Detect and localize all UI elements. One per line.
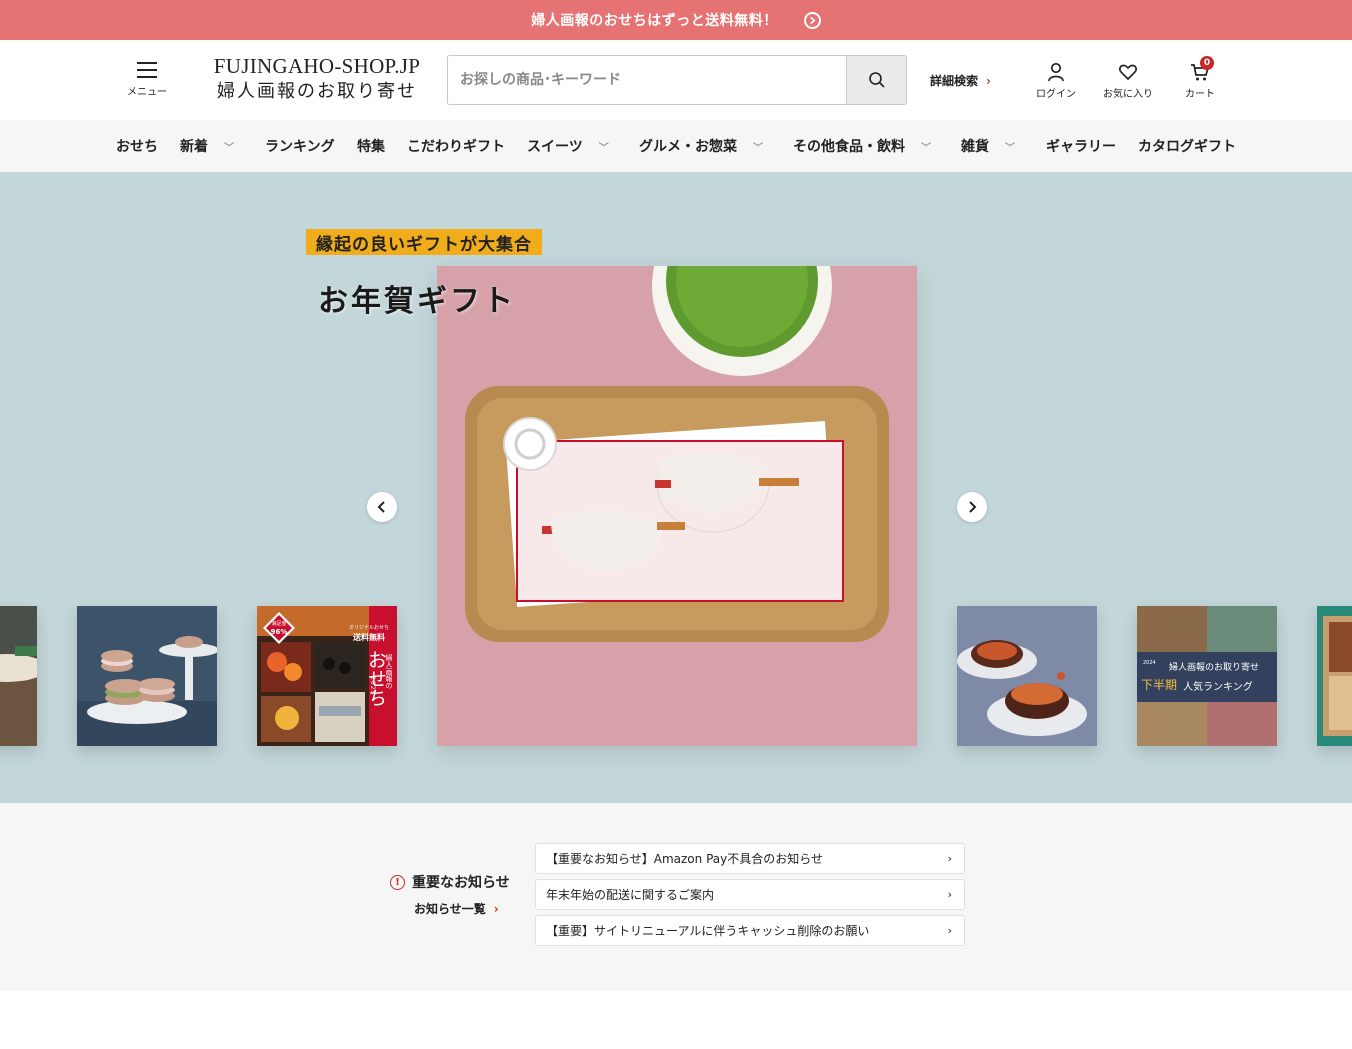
nav-item-label: 新着 xyxy=(180,139,208,155)
osechi-badge-pct: 96% xyxy=(270,628,288,636)
notice-all-label: お知らせ一覧 xyxy=(414,902,486,916)
osechi-ribbon-top: オリジナルおせち xyxy=(348,625,389,631)
nav-item-catalog-gift[interactable]: カタログギフト xyxy=(1138,120,1236,172)
ranking-line2a: 下半期 xyxy=(1141,678,1178,692)
chevron-left-icon xyxy=(377,501,385,513)
nav-item-label: スイーツ xyxy=(527,139,583,155)
hamburger-icon xyxy=(137,62,157,78)
osechi-year: 2025 xyxy=(369,676,376,696)
chevron-right-icon: › xyxy=(986,73,991,88)
nav-item-new[interactable]: 新着 ﹀ xyxy=(180,120,234,172)
site-logo[interactable]: FUJINGAHO-SHOP.JP 婦人画報のお取り寄せ xyxy=(212,54,422,104)
nav-item-label: こだわりギフト xyxy=(407,139,505,155)
search-input[interactable] xyxy=(448,56,846,104)
login-label: ログイン xyxy=(1036,89,1076,100)
menu-label: メニュー xyxy=(127,87,167,98)
site-header: メニュー FUJINGAHO-SHOP.JP 婦人画報のお取り寄せ 詳細検索 ›… xyxy=(0,40,1352,120)
nav-item-special-gift[interactable]: こだわりギフト xyxy=(407,120,505,172)
notice-item[interactable]: 【重要】サイトリニューアルに伴うキャッシュ削除のお願い › xyxy=(535,915,965,946)
hero-main-image[interactable] xyxy=(437,266,917,746)
arrow-circle-right-icon[interactable] xyxy=(803,11,821,29)
heart-icon xyxy=(1119,64,1137,81)
search-icon xyxy=(868,72,885,88)
chevron-down-icon: ﹀ xyxy=(598,142,609,154)
notice-item-label: 【重要】サイトリニューアルに伴うキャッシュ削除のお願い xyxy=(546,924,870,938)
nav-item-label: おせち xyxy=(116,139,158,155)
cart-button[interactable]: 0 カート xyxy=(1185,56,1215,100)
nav-item-osechi[interactable]: おせち xyxy=(116,120,158,172)
alert-circle-icon: ! xyxy=(390,874,405,890)
page-bottom xyxy=(0,991,1352,1049)
nav-item-sweets[interactable]: スイーツ ﹀ xyxy=(527,120,609,172)
carousel-prev-button[interactable] xyxy=(367,492,397,522)
announcement-bar[interactable]: 婦人画報のおせちはずっと送料無料！ xyxy=(0,0,1352,40)
nav-item-features[interactable]: 特集 xyxy=(357,120,385,172)
nav-item-label: カタログギフト xyxy=(1138,139,1236,155)
advanced-search-label: 詳細検索 xyxy=(930,74,979,88)
chevron-right-icon: › xyxy=(947,852,952,865)
chevron-down-icon: ﹀ xyxy=(224,142,234,154)
nav-item-gallery[interactable]: ギャラリー xyxy=(1046,120,1116,172)
ranking-line1: 婦人画報のお取り寄せ xyxy=(1169,663,1260,673)
chevron-right-icon: › xyxy=(947,888,952,901)
login-button[interactable]: ログイン xyxy=(1036,62,1076,100)
nav-item-label: ランキング xyxy=(265,139,335,155)
chevron-right-icon: › xyxy=(947,924,952,937)
osechi-title: おせち xyxy=(365,650,387,707)
carousel-thumb-macarons[interactable] xyxy=(77,606,217,746)
user-icon xyxy=(1048,62,1064,82)
chevron-down-icon: ﹀ xyxy=(1005,142,1015,154)
ranking-year: 2024 xyxy=(1143,660,1156,666)
advanced-search-link[interactable]: 詳細検索 › xyxy=(930,72,991,89)
nav-item-label: 雑貨 xyxy=(961,139,989,155)
logo-jp: 婦人画報のお取り寄せ xyxy=(217,81,417,101)
ranking-line2b: 人気ランキング xyxy=(1183,682,1253,693)
carousel-thumb-soup[interactable] xyxy=(957,606,1097,746)
chevron-down-icon: ﹀ xyxy=(921,142,931,154)
menu-button[interactable]: メニュー xyxy=(122,62,172,98)
nav-item-other-food[interactable]: その他食品・飲料 ﹀ xyxy=(793,120,931,172)
notice-title-label: 重要なお知らせ xyxy=(412,875,510,891)
chevron-right-icon xyxy=(969,501,977,513)
hero-carousel: 満足度 96% オリジナルおせち 送料無料 婦人画報の おせち 2025 縁起の… xyxy=(0,172,1352,803)
carousel-thumb-wood[interactable] xyxy=(0,606,37,746)
notice-item-label: 年末年始の配送に関するご案内 xyxy=(546,888,715,902)
osechi-ribbon: 送料無料 xyxy=(353,633,385,642)
category-nav: おせち 新着 ﹀ ランキング 特集 こだわりギフト スイーツ ﹀ グルメ・お惣菜 ﹀ … xyxy=(0,120,1352,172)
nav-item-ranking[interactable]: ランキング xyxy=(265,120,335,172)
nav-item-label: ギャラリー xyxy=(1046,139,1116,155)
nav-item-goods[interactable]: 雑貨 ﹀ xyxy=(961,120,1015,172)
nav-item-label: グルメ・お惣菜 xyxy=(639,139,737,155)
notice-all-link[interactable]: お知らせ一覧 › xyxy=(414,900,499,917)
nav-item-label: その他食品・飲料 xyxy=(793,139,905,155)
search-button[interactable] xyxy=(846,56,906,104)
favorites-button[interactable]: お気に入り xyxy=(1103,62,1153,100)
announcement-text[interactable]: 婦人画報のおせちはずっと送料無料！ xyxy=(531,10,778,30)
nav-item-gourmet[interactable]: グルメ・お惣菜 ﹀ xyxy=(639,120,763,172)
search-box xyxy=(447,55,907,105)
notice-title: ! 重要なお知らせ xyxy=(390,872,510,892)
hero-tagline: 縁起の良いギフトが大集合 xyxy=(306,229,542,255)
notice-item[interactable]: 【重要なお知らせ】Amazon Pay不具合のお知らせ › xyxy=(535,843,965,874)
hero-title: お年賀ギフト xyxy=(318,284,516,319)
cart-count-badge: 0 xyxy=(1200,56,1214,70)
notice-section: ! 重要なお知らせ お知らせ一覧 › 【重要なお知らせ】Amazon Pay不具… xyxy=(0,803,1352,991)
notice-item[interactable]: 年末年始の配送に関するご案内 › xyxy=(535,879,965,910)
carousel-thumb-osechi[interactable]: 満足度 96% オリジナルおせち 送料無料 婦人画報の おせち 2025 xyxy=(257,606,397,746)
cart-label: カート xyxy=(1185,89,1215,100)
carousel-thumb-ranking[interactable]: 2024 婦人画報のお取り寄せ 下半期 人気ランキング xyxy=(1137,606,1277,746)
osechi-badge-top: 満足度 xyxy=(271,621,287,627)
chevron-right-icon: › xyxy=(493,901,499,916)
favorites-label: お気に入り xyxy=(1103,89,1153,100)
nav-item-label: 特集 xyxy=(357,139,385,155)
carousel-next-button[interactable] xyxy=(957,492,987,522)
logo-en: FUJINGAHO-SHOP.JP xyxy=(213,54,421,78)
notice-item-label: 【重要なお知らせ】Amazon Pay不具合のお知らせ xyxy=(546,852,823,866)
chevron-down-icon: ﹀ xyxy=(753,142,763,154)
carousel-thumb-bento[interactable] xyxy=(1317,606,1352,746)
